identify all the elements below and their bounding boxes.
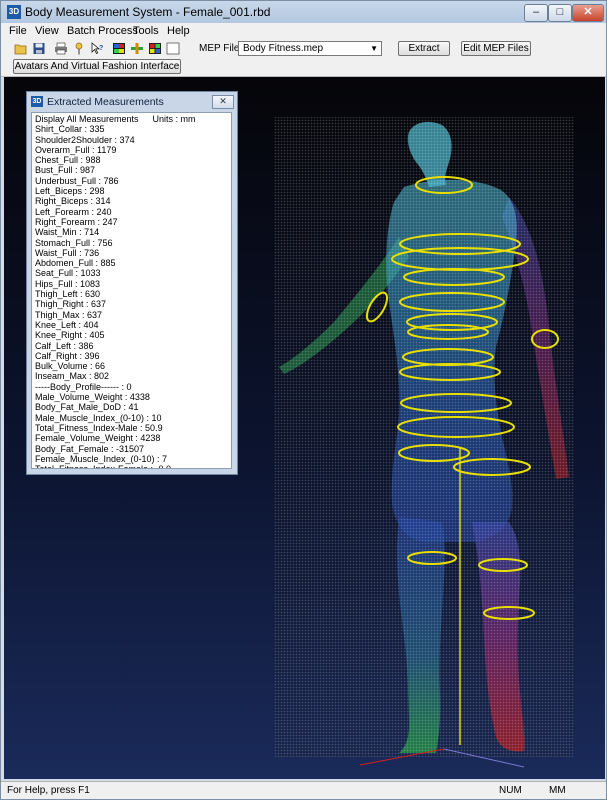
measurement-line: Body_Fat_Female : -31507 (35, 443, 145, 454)
grid-view-icon[interactable] (148, 42, 162, 55)
window-title: Body Measurement System - Female_001.rbd (25, 5, 271, 19)
measurement-line: Knee_Left : 404 (35, 319, 99, 330)
extracted-measurements-panel[interactable]: 3D Extracted Measurements ✕ Display All … (26, 91, 238, 475)
edit-mep-files-button[interactable]: Edit MEP Files (461, 41, 531, 56)
close-icon[interactable]: ✕ (572, 4, 604, 22)
measurement-line: Calf_Right : 396 (35, 350, 100, 361)
measurement-line: Overarm_Full : 1179 (35, 144, 117, 155)
point-cloud-texture (274, 117, 574, 757)
measurement-line: Total_Fitness_Index-Male : 50.9 (35, 422, 163, 433)
pin-icon[interactable] (72, 42, 86, 55)
measurement-line: Knee_Right : 405 (35, 330, 105, 341)
measurement-line: Right_Forearm : 247 (35, 216, 118, 227)
panel-close-icon[interactable]: ✕ (212, 95, 234, 109)
measurement-line: Underbust_Full : 786 (35, 175, 119, 186)
cross-tool-icon[interactable] (130, 42, 144, 55)
status-units-indicator: MM (549, 785, 566, 796)
avatars-fashion-button[interactable]: Avatars And Virtual Fashion Interface (13, 59, 181, 74)
print-icon[interactable] (54, 42, 68, 55)
measurement-line: Left_Forearm : 240 (35, 206, 112, 217)
panel-app-icon: 3D (31, 96, 43, 107)
menu-view[interactable]: View (35, 25, 59, 37)
help-pointer-icon[interactable]: ? (90, 42, 104, 55)
measurement-line: Male_Volume_Weight : 4338 (35, 392, 150, 403)
measurement-line: Seat_Full : 1033 (35, 268, 101, 279)
measurement-line: -----Body_Profile------ : 0 (35, 381, 132, 392)
measurement-line: Inseam_Max : 802 (35, 371, 110, 382)
minimize-icon[interactable]: – (524, 4, 548, 22)
measurement-lines: Shirt_Collar : 335 Shoulder2Shoulder : 37… (35, 124, 228, 468)
panel-title: Extracted Measurements (47, 96, 164, 108)
maximize-icon[interactable]: □ (548, 4, 572, 22)
measurement-line: Thigh_Right : 637 (35, 299, 107, 310)
measurements-list[interactable]: Display All Measurements Units : mm Shirt… (31, 112, 232, 469)
measurement-line: Waist_Full : 736 (35, 247, 100, 258)
measurement-line: Right_Biceps : 314 (35, 196, 111, 207)
measurement-line: Bulk_Volume : 66 (35, 361, 106, 372)
app-window: 3D Body Measurement System - Female_001.… (0, 0, 607, 800)
status-help-text: For Help, press F1 (7, 785, 90, 796)
status-bar: For Help, press F1 NUM MM (1, 781, 606, 799)
extract-button[interactable]: Extract (398, 41, 450, 56)
measurement-line: Thigh_Left : 630 (35, 289, 101, 300)
measurement-line: Female_Muscle_Index_(0-10) : 7 (35, 453, 168, 464)
menu-file[interactable]: File (9, 25, 27, 37)
measurement-line: Hips_Full : 1083 (35, 278, 101, 289)
title-bar[interactable]: 3D Body Measurement System - Female_001.… (1, 1, 606, 23)
measurement-line: Female_Volume_Weight : 4238 (35, 433, 161, 444)
measurement-line: Body_Fat_Male_DoD : 41 (35, 402, 139, 413)
mep-file-dropdown[interactable]: Body Fitness.mep ▼ (238, 41, 382, 56)
svg-text:?: ? (99, 45, 103, 52)
menu-batch-process[interactable]: Batch Process (67, 25, 138, 37)
measurement-line: Shoulder2Shoulder : 374 (35, 134, 135, 145)
measurements-header: Display All Measurements Units : mm (35, 114, 228, 124)
menu-bar: File View Batch Process Tools Help (1, 23, 606, 41)
measurement-line: Shirt_Collar : 335 (35, 124, 105, 135)
blank-square-icon[interactable] (166, 42, 180, 55)
palette-icon[interactable] (112, 42, 126, 55)
mep-file-value: Body Fitness.mep (243, 43, 324, 54)
menu-tools[interactable]: Tools (133, 25, 159, 37)
measurement-line: Calf_Left : 386 (35, 340, 94, 351)
status-num-indicator: NUM (499, 785, 522, 796)
measurement-line: Left_Biceps : 298 (35, 186, 105, 197)
units-label: Units : mm (152, 114, 196, 124)
measurement-line: Abdomen_Full : 885 (35, 258, 116, 269)
display-all-label: Display All Measurements (35, 114, 139, 124)
measurement-line: Thigh_Max : 637 (35, 309, 103, 320)
measurement-line: Waist_Min : 714 (35, 227, 100, 238)
chevron-down-icon: ▼ (370, 44, 378, 53)
mep-file-label: MEP File: (199, 43, 243, 54)
menu-help[interactable]: Help (167, 25, 190, 37)
app-logo-icon: 3D (7, 5, 21, 19)
open-folder-icon[interactable] (14, 42, 28, 55)
3d-viewport[interactable]: 3D Extracted Measurements ✕ Display All … (4, 77, 605, 779)
measurement-line: Total_Fitness_Index-Female : -0.0 (35, 464, 228, 468)
measurement-line: Male_Muscle_Index_(0-10) : 10 (35, 412, 162, 423)
main-toolbar: ? MEP File: Body Fitness.mep ▼ Extract E… (1, 41, 606, 58)
secondary-toolbar: Avatars And Virtual Fashion Interface (1, 58, 606, 77)
measurement-line: Bust_Full : 987 (35, 165, 96, 176)
save-icon[interactable] (32, 42, 46, 55)
measurement-line: Stomach_Full : 756 (35, 237, 113, 248)
measurement-line: Chest_Full : 988 (35, 155, 101, 166)
